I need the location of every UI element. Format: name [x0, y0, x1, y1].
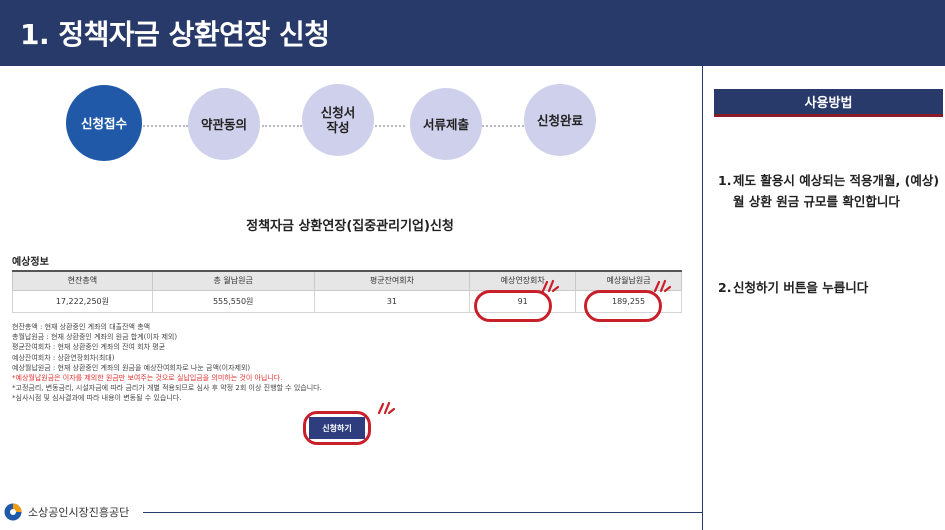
emphasis-mark-icon — [541, 279, 559, 293]
guide-item-1: 1. 제도 활용시 예상되는 적용개월, (예상)월 상환 원금 규모를 확인합… — [718, 170, 940, 212]
step-terms-agree: 약관동의 — [188, 88, 260, 160]
step-write-form: 신청서 작성 — [302, 84, 374, 156]
col-header: 총 월납원금 — [151, 270, 315, 291]
org-name: 소상공인시장진흥공단 — [28, 506, 130, 519]
table-cell: 555,550원 — [151, 289, 315, 313]
guide-item-text: 제도 활용시 예상되는 적용개월, (예상)월 상환 원금 규모를 확인합니다 — [733, 173, 940, 209]
step-connector — [482, 125, 524, 127]
table-cell: 31 — [313, 289, 471, 313]
emphasis-mark-icon — [377, 401, 395, 415]
step-connector — [262, 125, 302, 127]
apply-button[interactable]: 신청하기 — [309, 417, 365, 439]
note-line: *심사시점 및 심사결과에 따라 내용이 변동될 수 있습니다. — [12, 394, 182, 403]
guide-heading: 사용방법 — [714, 89, 943, 117]
note-line: 평균잔여회차 : 현재 상환중인 계좌의 잔여 회차 평균 — [12, 343, 166, 352]
guide-item-2: 2. 신청하기 버튼을 누릅니다 — [718, 277, 940, 298]
section-label: 예상정보 — [12, 257, 49, 268]
note-line: 총월납원금 : 현재 상환중인 계좌의 원금 합계(이자 제외) — [12, 333, 178, 342]
step-complete: 신청완료 — [524, 84, 596, 156]
table-cell: 17,222,250원 — [12, 289, 153, 313]
step-label: 서류제출 — [422, 116, 469, 132]
highlight-ring — [474, 290, 552, 322]
guide-item-text: 신청하기 버튼을 누릅니다 — [733, 280, 869, 295]
step-apply-receive: 신청접수 — [66, 85, 142, 161]
note-line: 예상월납원금 : 현재 상환중인 계좌의 원금을 예상잔여회차로 나눈 금액(이… — [12, 363, 251, 372]
table-row: 17,222,250원 555,550원 31 91 189,255 — [12, 289, 682, 313]
page-title: 1. 정책자금 상환연장 신청 — [20, 18, 330, 51]
estimate-table: 현잔총액 총 월납원금 평균잔여회차 예상연장회차 예상월납원금 17,222,… — [12, 270, 682, 313]
form-title: 정책자금 상환연장(집중관리기업)신청 — [246, 219, 454, 234]
note-line: 현잔총액 : 현재 상환중인 계좌의 대출잔액 총액 — [12, 323, 151, 331]
note-line: *고정금리, 변동금리, 시설자금에 따라 금리가 개별 적용되므로 심사 후 … — [12, 384, 322, 393]
org-logo-icon — [4, 503, 22, 521]
step-label: 약관동의 — [200, 116, 247, 132]
step-connector — [375, 125, 405, 127]
title-bar: 1. 정책자금 상환연장 신청 — [0, 0, 945, 66]
col-header: 예상연장회차 — [469, 270, 577, 291]
emphasis-mark-icon — [653, 279, 671, 293]
step-label: 신청완료 — [536, 112, 583, 128]
guide-item-number: 2. — [718, 280, 732, 295]
vertical-divider — [702, 66, 703, 530]
notes: 현잔총액 : 현재 상환중인 계좌의 대출잔액 총액 총월납원금 : 현재 상환… — [12, 322, 322, 404]
step-connector — [140, 125, 188, 127]
table-header-row: 현잔총액 총 월납원금 평균잔여회차 예상연장회차 예상월납원금 — [12, 270, 682, 291]
step-submit-docs: 서류제출 — [410, 88, 482, 160]
step-label: 신청서 작성 — [320, 105, 356, 135]
note-line-warning: *예상월납원금은 이자를 제외한 원금만 보여주는 것으로 실납입금을 의미하는… — [12, 374, 283, 383]
highlight-ring — [584, 290, 662, 322]
note-line: 예상잔여회차 : 상환연장회차(최대) — [12, 353, 115, 362]
step-label: 신청접수 — [80, 115, 127, 131]
guide-item-number: 1. — [718, 173, 732, 188]
col-header: 현잔총액 — [12, 270, 153, 291]
col-header: 평균잔여회차 — [313, 270, 471, 291]
footer-divider — [143, 512, 703, 513]
